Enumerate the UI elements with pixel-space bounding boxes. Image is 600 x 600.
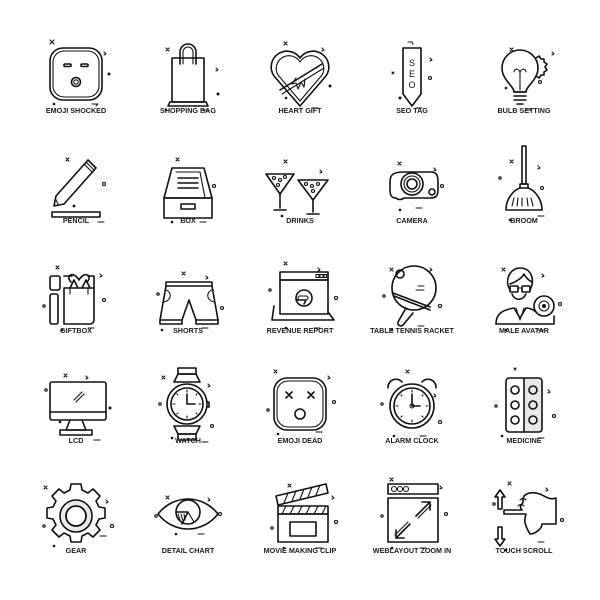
icon-cell: BULB SETTING [468, 20, 580, 130]
icon-cell: EMOJI DEAD [244, 350, 356, 460]
heart-gift-icon [258, 30, 342, 114]
icon-cell: BOX [132, 130, 244, 240]
camera-icon [370, 140, 454, 224]
icon-label: MOVIE MAKING CLIP [263, 546, 337, 555]
weblayout-zoom-in-icon [370, 470, 454, 554]
shopping-bag-icon [146, 30, 230, 114]
revenue-report-icon [258, 250, 342, 334]
seo-letter: S [409, 58, 415, 68]
bulb-setting-icon [482, 30, 566, 114]
icon-label: SEO TAG [396, 106, 428, 115]
male-avatar-icon [482, 250, 566, 334]
drinks-icon [258, 140, 342, 224]
icon-label: MEDICINE [506, 436, 542, 445]
seo-tag-icon: S E O [370, 30, 454, 114]
icon-label: GIFTBOX [60, 326, 92, 335]
icon-cell: MEDICINE [468, 350, 580, 460]
icon-label: BOX [180, 216, 196, 225]
lcd-icon [34, 360, 118, 444]
icon-cell: MOVIE MAKING CLIP [244, 460, 356, 570]
icon-cell: REVENUE REPORT [244, 240, 356, 350]
icon-label: TABLE TENNIS RACKET [370, 326, 454, 335]
medicine-icon [482, 360, 566, 444]
icon-label: LCD [68, 436, 84, 445]
watch-icon [146, 360, 230, 444]
emoji-shocked-icon [34, 30, 118, 114]
shorts-icon [146, 250, 230, 334]
icon-cell: PENCIL [20, 130, 132, 240]
icon-label: SHOPPING BAG [160, 106, 216, 115]
icon-label: DRINKS [286, 216, 314, 225]
icon-cell: BROOM [468, 130, 580, 240]
icon-label: GEAR [65, 546, 87, 555]
icon-label: TOUCH SCROLL [495, 546, 553, 555]
icon-cell: TABLE TENNIS RACKET [356, 240, 468, 350]
icon-label: REVENUE REPORT [266, 326, 334, 335]
icon-cell: WATCH [132, 350, 244, 460]
icon-cell: GIFTBOX [20, 240, 132, 350]
pencil-icon [34, 140, 118, 224]
icon-cell: WEBLAYOUT ZOOM IN [356, 460, 468, 570]
icon-label: MALE AVATAR [499, 326, 549, 335]
icon-cell: LCD [20, 350, 132, 460]
gear-icon [34, 470, 118, 554]
alarm-clock-icon [370, 360, 454, 444]
icon-label: DETAIL CHART [161, 546, 215, 555]
icon-label: WEBLAYOUT ZOOM IN [372, 546, 452, 555]
icon-label: PENCIL [62, 216, 90, 225]
icon-cell: SHORTS [132, 240, 244, 350]
icon-label: EMOJI SHOCKED [45, 106, 107, 115]
seo-letter: O [408, 80, 415, 90]
icon-cell: CAMERA [356, 130, 468, 240]
icon-label: EMOJI DEAD [277, 436, 323, 445]
icon-label: BULB SETTING [497, 106, 551, 115]
movie-making-clip-icon [258, 470, 342, 554]
box-icon [146, 140, 230, 224]
touch-scroll-icon [482, 470, 566, 554]
icon-label: ALARM CLOCK [385, 436, 439, 445]
icon-cell: HEART GIFT [244, 20, 356, 130]
icon-cell: TOUCH SCROLL [468, 460, 580, 570]
table-tennis-racket-icon [370, 250, 454, 334]
icon-label: BROOM [510, 216, 538, 225]
icon-label: WATCH [175, 436, 201, 445]
icon-cell: S E O SEO TAG [356, 20, 468, 130]
icon-label: HEART GIFT [278, 106, 322, 115]
icon-cell: MALE AVATAR [468, 240, 580, 350]
icon-cell: GEAR [20, 460, 132, 570]
broom-icon [482, 140, 566, 224]
icon-cell: SHOPPING BAG [132, 20, 244, 130]
detail-chart-icon [146, 470, 230, 554]
icon-cell: ALARM CLOCK [356, 350, 468, 460]
icon-label: SHORTS [173, 326, 203, 335]
emoji-dead-icon [258, 360, 342, 444]
giftbox-icon [34, 250, 118, 334]
seo-letter: E [409, 69, 415, 79]
icon-cell: DETAIL CHART [132, 460, 244, 570]
icon-cell: EMOJI SHOCKED [20, 20, 132, 130]
icon-grid: EMOJI SHOCKED SHOPPING BAG HEART GIFT S … [20, 20, 580, 570]
icon-label: CAMERA [396, 216, 428, 225]
icon-cell: DRINKS [244, 130, 356, 240]
